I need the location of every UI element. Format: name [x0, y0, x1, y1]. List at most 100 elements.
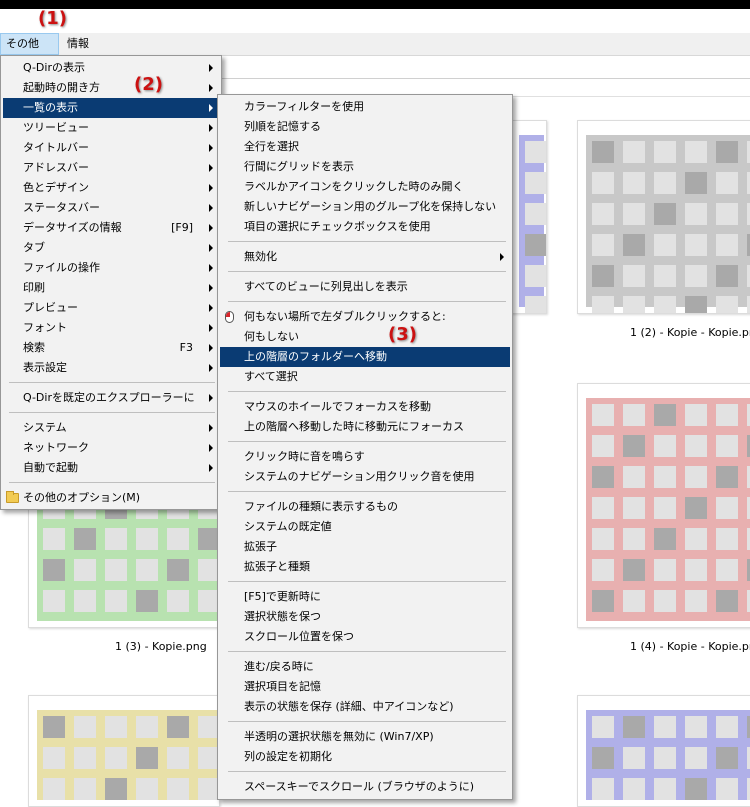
menu-info[interactable]: 情報 [62, 33, 94, 55]
menu-item[interactable]: プレビュー [3, 298, 219, 318]
menu-item[interactable]: データサイズの情報 [F9] [3, 218, 219, 238]
thumbnail-image [586, 398, 750, 621]
menu-separator [228, 721, 506, 722]
file-name-label: 1 (3) - Kopie.png [115, 640, 207, 653]
menu-item-shortcut: [F9] [171, 221, 193, 234]
menu-item[interactable]: マウスのホイールでフォーカスを移動 [220, 397, 510, 417]
menu-item-label: Q-Dirの表示 [23, 61, 85, 74]
menu-item[interactable]: システムの既定値 [220, 517, 510, 537]
menu-item[interactable]: 選択状態を保つ [220, 607, 510, 627]
menu-item-label: 行間にグリッドを表示 [244, 160, 354, 173]
menu-item-label: 選択状態を保つ [244, 610, 321, 623]
menu-item[interactable]: 列の設定を初期化 [220, 747, 510, 767]
menu-item[interactable]: スクロール位置を保つ [220, 627, 510, 647]
menu-item-label: [F5]で更新時に [244, 590, 321, 603]
menu-item[interactable]: 半透明の選択状態を無効に (Win7/XP) [220, 727, 510, 747]
menu-item[interactable]: Q-Dirの表示 [3, 58, 219, 78]
menu-item-label: 表示の状態を保存 (詳細、中アイコンなど) [244, 700, 454, 713]
submenu-arrow-icon [209, 204, 213, 212]
menu-item[interactable]: 印刷 [3, 278, 219, 298]
menu-item[interactable]: 列順を記憶する [220, 117, 510, 137]
file-name-label: 1 (2) - Kopie - Kopie.png [630, 326, 750, 339]
menu-item[interactable]: 検索 F3 [3, 338, 219, 358]
menu-item[interactable]: 色とデザイン [3, 178, 219, 198]
submenu-arrow-icon [209, 184, 213, 192]
menu-item-label: 何もしない [244, 330, 299, 343]
menu-item[interactable]: タブ [3, 238, 219, 258]
menu-item[interactable]: 無効化 [220, 247, 510, 267]
menu-item[interactable]: ファイルの種類に表示するもの [220, 497, 510, 517]
submenu-arrow-icon [209, 164, 213, 172]
menu-item-label: 色とデザイン [23, 181, 89, 194]
menu-separator [228, 491, 506, 492]
menu-item-label: タイトルバー [23, 141, 89, 154]
submenu-arrow-icon [209, 444, 213, 452]
menu-item-label: スクロール位置を保つ [244, 630, 354, 643]
submenu-arrow-icon [209, 304, 213, 312]
menu-item[interactable]: 一覧の表示 [3, 98, 219, 118]
menu-item[interactable]: 何もしない [220, 327, 510, 347]
submenu-arrow-icon [209, 424, 213, 432]
menu-item[interactable]: アドレスバー [3, 158, 219, 178]
menu-item-label: アドレスバー [23, 161, 89, 174]
menu-item[interactable]: ネットワーク [3, 438, 219, 458]
menu-item[interactable]: ツリービュー [3, 118, 219, 138]
menu-item-label: 自動で起動 [23, 461, 78, 474]
menu-item[interactable]: 新しいナビゲーション用のグループ化を保持しない [220, 197, 510, 217]
menu-item[interactable]: システムのナビゲーション用クリック音を使用 [220, 467, 510, 487]
menu-other[interactable]: その他(X) [0, 33, 59, 70]
submenu-arrow-icon [209, 344, 213, 352]
submenu-arrow-icon [209, 84, 213, 92]
menu-item-label: 拡張子と種類 [244, 560, 310, 573]
menu-item[interactable]: 項目の選択にチェックボックスを使用 [220, 217, 510, 237]
menu-item-label: 上の階層へ移動した時に移動元にフォーカス [244, 420, 464, 433]
menu-item-label: 列順を記憶する [244, 120, 321, 133]
menu-item[interactable]: 表示設定 [3, 358, 219, 378]
menu-item[interactable]: ラベルかアイコンをクリックした時のみ開く [220, 177, 510, 197]
menu-item[interactable]: Q-Dirを既定のエクスプローラーに [3, 388, 219, 408]
menu-item[interactable]: その他のオプション(M) [3, 488, 219, 508]
menu-item[interactable]: 選択項目を記憶 [220, 677, 510, 697]
menu-item[interactable]: [F5]で更新時に [220, 587, 510, 607]
menu-item-label: ネットワーク [23, 441, 89, 454]
file-thumbnail[interactable] [577, 120, 750, 314]
menu-item[interactable]: 全行を選択 [220, 137, 510, 157]
menu-item[interactable]: 上の階層のフォルダーへ移動 [220, 347, 510, 367]
menu-item-label: 拡張子 [244, 540, 277, 553]
menu-item[interactable]: ファイルの操作 [3, 258, 219, 278]
file-thumbnail[interactable] [510, 120, 547, 314]
top-black-bar [0, 0, 750, 9]
submenu-arrow-icon [209, 244, 213, 252]
menu-item[interactable]: 拡張子 [220, 537, 510, 557]
menu-item[interactable]: すべてのビューに列見出しを表示 [220, 277, 510, 297]
menu-item[interactable]: すべて選択 [220, 367, 510, 387]
menu-item[interactable]: ステータスバー [3, 198, 219, 218]
menu-item[interactable]: フォント [3, 318, 219, 338]
menu-item[interactable]: 拡張子と種類 [220, 557, 510, 577]
menu-item-label: すべて選択 [244, 370, 298, 383]
menu-item[interactable]: 起動時の開き方 [3, 78, 219, 98]
menu-item[interactable]: 何もない場所で左ダブルクリックすると: [220, 307, 510, 327]
menu-item[interactable]: カラーフィルターを使用 [220, 97, 510, 117]
menu-item[interactable]: タイトルバー [3, 138, 219, 158]
menu-item[interactable]: スペースキーでスクロール (ブラウザのように) [220, 777, 510, 797]
menu-item[interactable]: 行間にグリッドを表示 [220, 157, 510, 177]
submenu-arrow-icon [209, 324, 213, 332]
file-thumbnail[interactable] [577, 695, 750, 807]
menu-item-label: 列の設定を初期化 [244, 750, 332, 763]
file-thumbnail[interactable] [28, 695, 220, 807]
annotation-1: (1) [38, 8, 67, 29]
file-thumbnail[interactable] [577, 383, 750, 628]
menu-item[interactable]: 進む/戻る時に [220, 657, 510, 677]
menu-item[interactable]: クリック時に音を鳴らす [220, 447, 510, 467]
menu-item[interactable]: システム [3, 418, 219, 438]
menu-item[interactable]: 上の階層へ移動した時に移動元にフォーカス [220, 417, 510, 437]
thumbnail-image [586, 710, 750, 800]
menu-item-label: 検索 [23, 341, 45, 354]
menu-item-shortcut: F3 [179, 341, 193, 354]
menu-item[interactable]: 自動で起動 [3, 458, 219, 478]
menu-item[interactable]: 表示の状態を保存 (詳細、中アイコンなど) [220, 697, 510, 717]
folder-icon [6, 491, 19, 503]
menu-item-label: システムの既定値 [244, 520, 332, 533]
menu-item-label: 印刷 [23, 281, 45, 294]
